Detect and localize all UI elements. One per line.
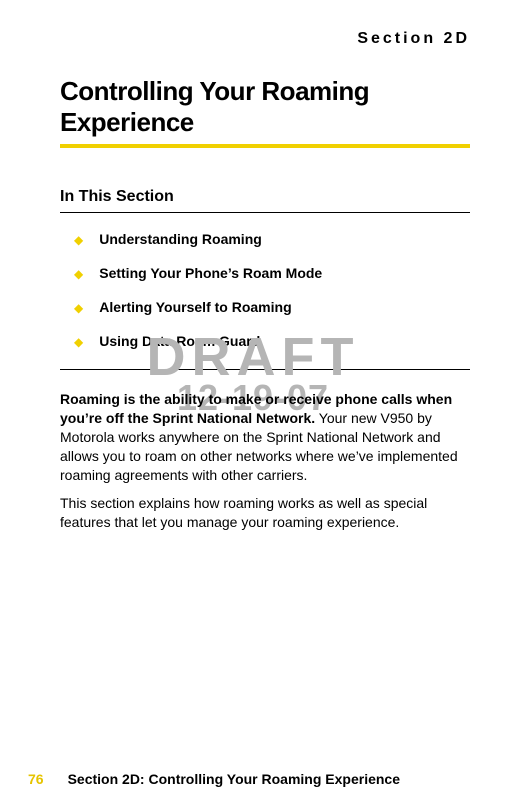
page-number: 76 [28, 771, 44, 787]
paragraph: Roaming is the ability to make or receiv… [60, 390, 470, 484]
diamond-icon: ◆ [74, 333, 83, 351]
toc-item-label: Understanding Roaming [99, 231, 262, 247]
body-text: Roaming is the ability to make or receiv… [60, 390, 470, 532]
toc-item-label: Using Data Roam Guard [99, 333, 260, 349]
toc-list: ◆ Understanding Roaming ◆ Setting Your P… [60, 231, 470, 351]
toc-item: ◆ Setting Your Phone’s Roam Mode [60, 265, 470, 283]
toc-item-label: Setting Your Phone’s Roam Mode [99, 265, 322, 281]
toc-item: ◆ Understanding Roaming [60, 231, 470, 249]
toc-item: ◆ Alerting Yourself to Roaming [60, 299, 470, 317]
toc-item-label: Alerting Yourself to Roaming [99, 299, 291, 315]
diamond-icon: ◆ [74, 299, 83, 317]
diamond-icon: ◆ [74, 265, 83, 283]
in-this-section-heading: In This Section [60, 188, 470, 206]
paragraph: This section explains how roaming works … [60, 494, 470, 532]
divider [60, 369, 470, 370]
page: Section 2D Controlling Your Roaming Expe… [0, 0, 506, 811]
diamond-icon: ◆ [74, 231, 83, 249]
title-underline [60, 144, 470, 148]
page-title: Controlling Your Roaming Experience [60, 76, 470, 138]
page-footer: 76 Section 2D: Controlling Your Roaming … [0, 771, 506, 787]
toc-item: ◆ Using Data Roam Guard [60, 333, 470, 351]
divider [60, 212, 470, 213]
section-label: Section 2D [60, 30, 470, 48]
footer-text: Section 2D: Controlling Your Roaming Exp… [68, 771, 400, 787]
